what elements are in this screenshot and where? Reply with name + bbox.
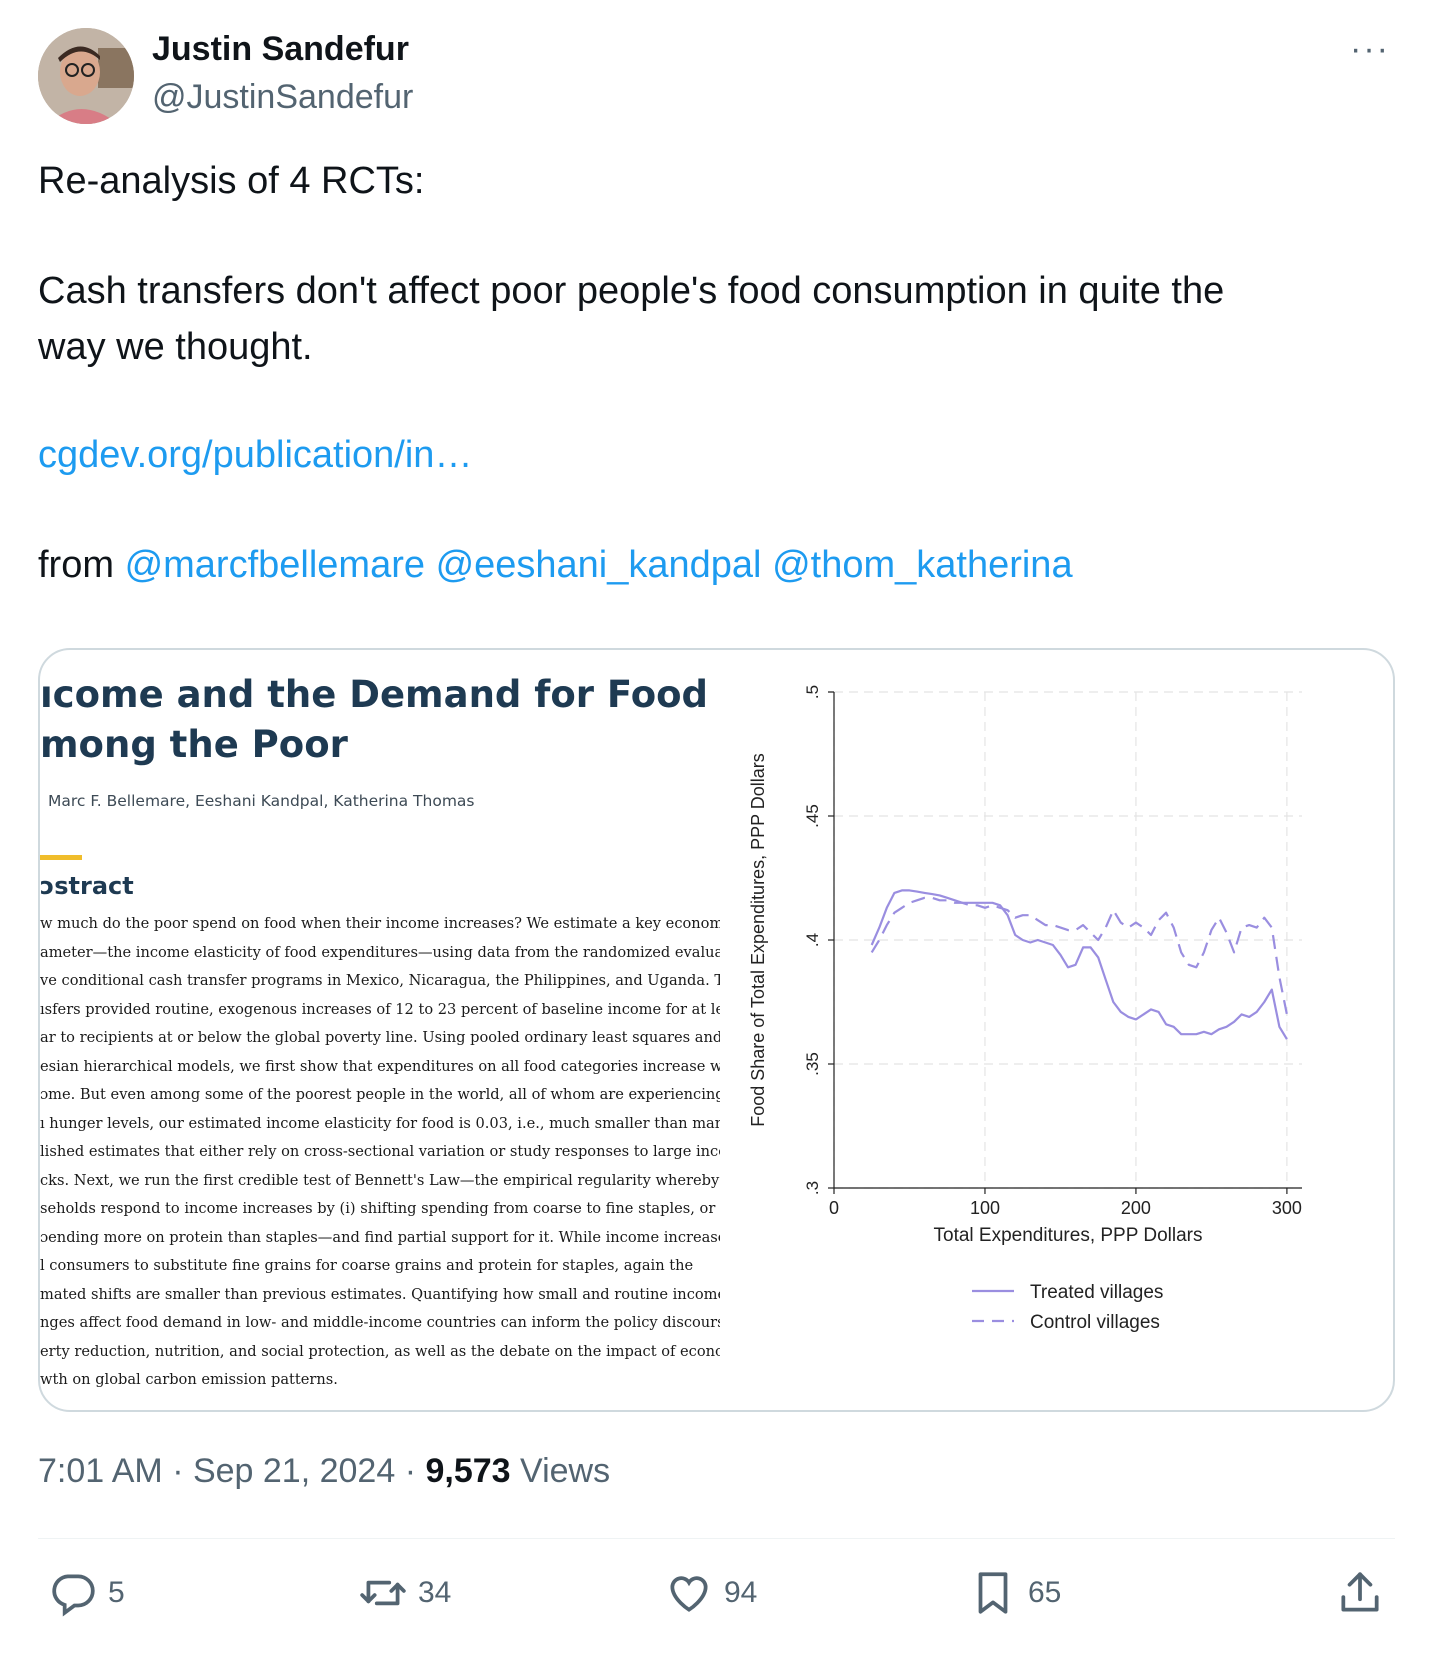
legend-label: Control villages [1030, 1312, 1160, 1333]
retweet-icon [360, 1580, 406, 1606]
paper-authors: Marc F. Bellemare, Eeshani Kandpal, Kath… [48, 792, 475, 810]
tweet-meta: 7:01 AM · Sep 21, 2024 · 9,573 Views [38, 1452, 610, 1491]
axes: .3 .35 .4 .45 .5 0 100 200 300 Total Expenditures… [748, 685, 1302, 1246]
mention-link[interactable]: @thom_katherina [772, 544, 1073, 586]
abstract-line: ɔending more on protein than staples—and… [40, 1228, 720, 1246]
like-button[interactable]: 94 [664, 1568, 757, 1618]
x-tick-label: 0 [829, 1198, 839, 1218]
grid [833, 691, 1302, 1189]
like-count: 94 [724, 1576, 758, 1609]
bookmark-icon [978, 1572, 1008, 1614]
abstract-line: ɔme. But even among some of the poorest … [40, 1086, 720, 1103]
author-handle[interactable]: @JustinSandefur [152, 78, 413, 117]
tweet-media-image[interactable]: ıcome and the Demand for Food mong the P… [38, 648, 1395, 1412]
share-icon [1341, 1572, 1379, 1612]
abstract-line: w much do the poor spend on food when th… [40, 915, 720, 932]
mention-link[interactable]: @marcfbellemare [125, 544, 425, 586]
retweet-button[interactable]: 34 [358, 1568, 451, 1618]
views-label: Views [520, 1452, 611, 1490]
abstract-line: seholds respond to income increases by (… [40, 1200, 716, 1217]
tweet-text-line: Cash transfers don't affect poor people'… [38, 270, 1225, 312]
more-options-icon[interactable]: ··· [1350, 30, 1390, 69]
avatar[interactable] [38, 28, 134, 124]
abstract-text: w much do the poor spend on food when th… [40, 910, 720, 1395]
abstract-line: erty reduction, nutrition, and social pr… [40, 1342, 720, 1360]
abstract-line: lished estimates that either rely on cro… [40, 1143, 720, 1160]
y-tick-label: .45 [803, 804, 822, 828]
series-lines [870, 889, 1288, 1040]
timestamp[interactable]: 7:01 AM · Sep 21, 2024 · [38, 1452, 416, 1490]
abstract-line: ı hunger levels, our estimated income el… [40, 1114, 720, 1132]
abstract-line: esian hierarchical models, we first show… [40, 1057, 720, 1075]
y-tick-label: .4 [803, 933, 822, 947]
abstract-line: ve conditional cash transfer programs in… [40, 972, 720, 989]
abstract-line: ısfers provided routine, exogenous incre… [40, 1000, 720, 1018]
paper-title: ıcome and the Demand for Food mong the P… [40, 673, 709, 766]
legend: Treated villages Control villages [972, 1282, 1163, 1333]
tweet-text-line: way we thought. [38, 326, 313, 368]
divider [38, 1538, 1395, 1539]
y-tick-label: .35 [803, 1052, 822, 1076]
tweet-text-line: Re-analysis of 4 RCTs: [38, 160, 425, 202]
y-axis-label: Food Share of Total Expenditures, PPP Do… [748, 753, 768, 1127]
legend-label: Treated villages [1030, 1282, 1163, 1303]
abstract-line: mated shifts are smaller than previous e… [40, 1285, 720, 1303]
abstract-line: wth on global carbon emission patterns. [40, 1371, 338, 1388]
reply-count: 5 [108, 1576, 125, 1609]
accent-bar [40, 855, 82, 860]
x-axis-label: Total Expenditures, PPP Dollars [934, 1225, 1203, 1246]
abstract-line: l consumers to substitute fine grains fo… [40, 1257, 694, 1274]
y-tick-label: .3 [803, 1181, 822, 1195]
abstract-line: cks. Next, we run the first credible tes… [40, 1171, 720, 1189]
abstract-line: nges affect food demand in low- and midd… [40, 1314, 720, 1331]
y-tick-label: .5 [803, 685, 822, 699]
from-label: from [38, 544, 114, 586]
bookmark-button[interactable]: 65 [968, 1568, 1061, 1618]
bookmark-count: 65 [1028, 1576, 1062, 1609]
retweet-count: 34 [418, 1576, 452, 1609]
x-tick-label: 100 [970, 1198, 1000, 1218]
views-count: 9,573 [425, 1452, 511, 1490]
food-share-chart: .3 .35 .4 .45 .5 0 100 200 300 Total Expenditures… [748, 685, 1302, 1333]
reply-icon [52, 1574, 95, 1617]
mention-link[interactable]: @eeshani_kandpal [436, 544, 762, 586]
author-name[interactable]: Justin Sandefur [152, 30, 409, 69]
share-button[interactable] [1335, 1568, 1395, 1618]
tweet-mentions: from @marcfbellemare @eeshani_kandpal @t… [38, 536, 1073, 594]
heart-icon [670, 1576, 708, 1612]
series-line-treated [870, 889, 1288, 1040]
x-tick-label: 200 [1121, 1198, 1151, 1218]
reply-button[interactable]: 5 [48, 1568, 125, 1618]
abstract-line: ar to recipients at or below the global … [40, 1029, 720, 1046]
abstract-line: ameter—the income elasticity of food exp… [40, 943, 720, 961]
x-tick-label: 300 [1272, 1198, 1302, 1218]
tweet-link[interactable]: cgdev.org/publication/in… [38, 434, 472, 476]
abstract-heading: ɔstract [40, 872, 134, 900]
